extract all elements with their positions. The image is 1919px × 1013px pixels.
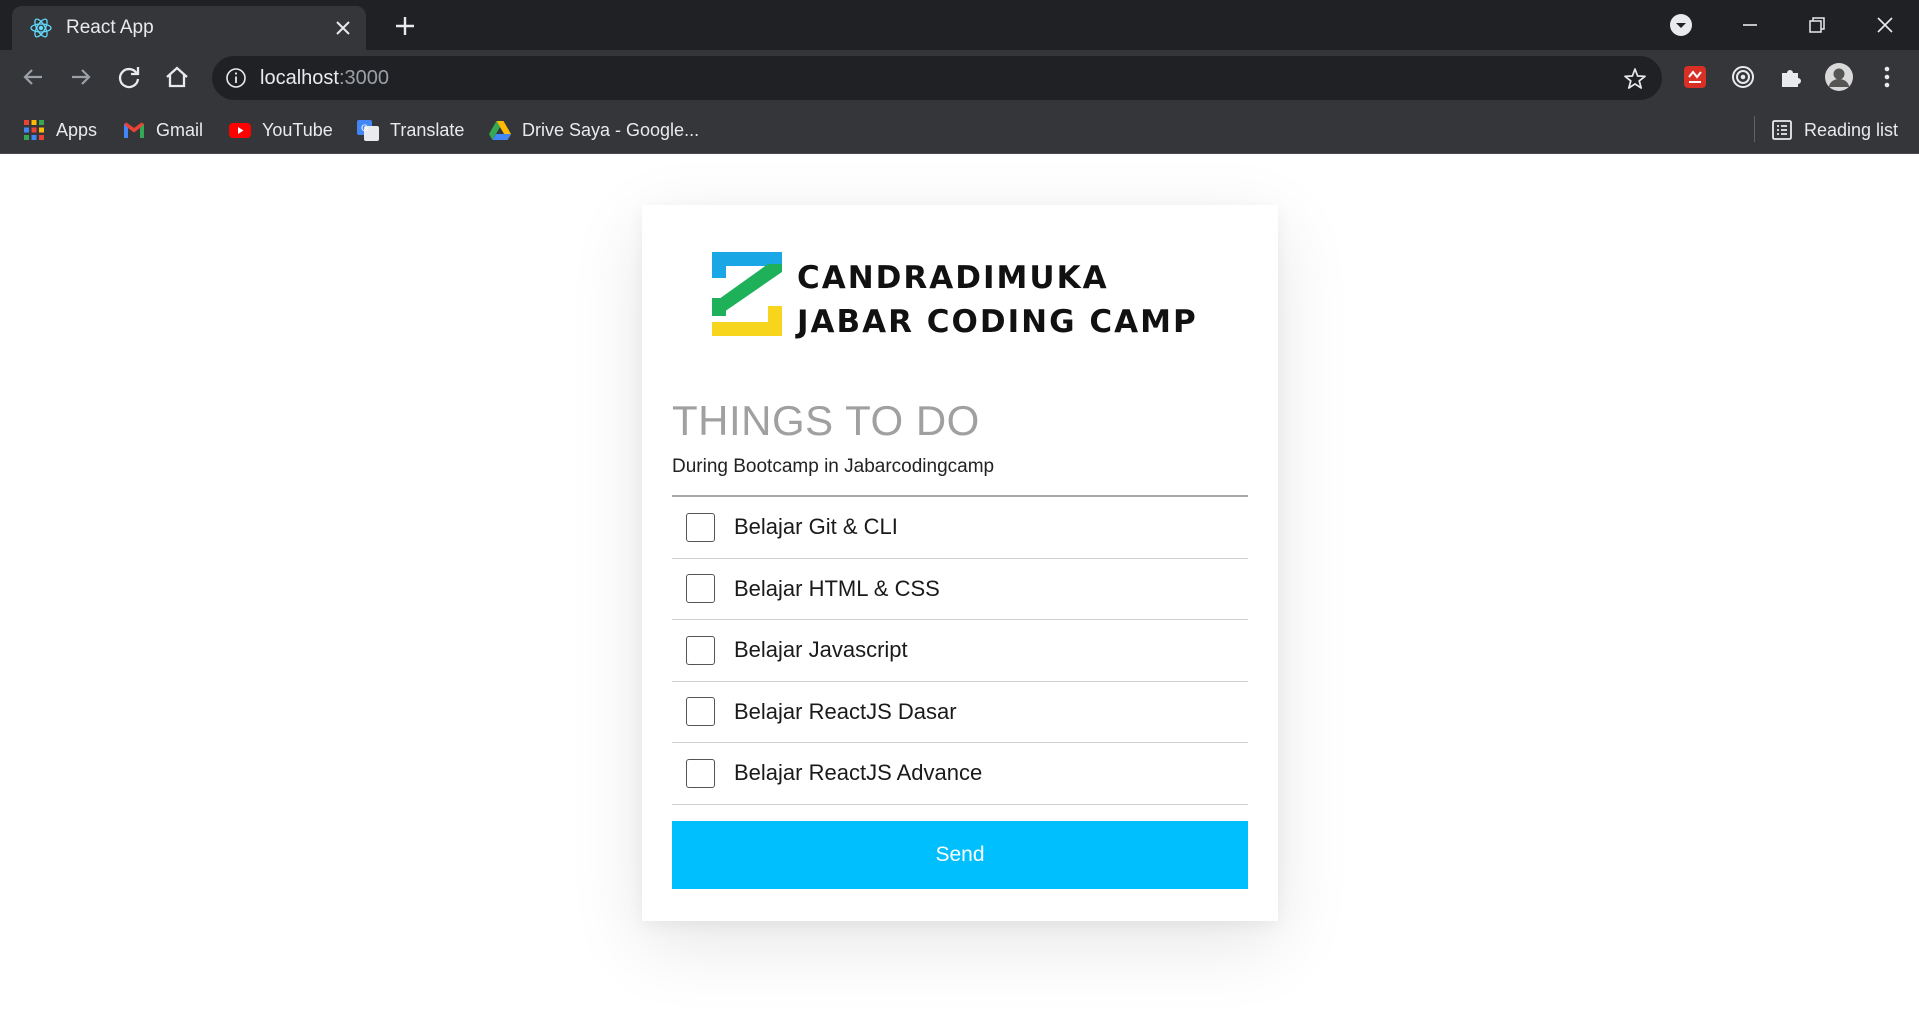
todo-checkbox[interactable] <box>686 574 715 604</box>
bookmark-label: Apps <box>56 119 98 140</box>
bookmark-label: YouTube <box>262 119 333 140</box>
svg-text:G: G <box>361 124 368 134</box>
bookmark-gmail[interactable]: Gmail <box>122 106 203 154</box>
bookmarks-divider <box>1754 116 1755 142</box>
tab-strip: React App <box>0 0 1919 50</box>
bookmark-youtube[interactable]: YouTube <box>228 106 333 154</box>
todo-label: Belajar Git & CLI <box>734 514 898 540</box>
address-text: localhost:3000 <box>260 67 389 90</box>
tab-title: React App <box>66 17 154 38</box>
gmail-icon <box>124 122 144 138</box>
logo-text-line1: CANDRADIMUKA <box>797 260 1109 296</box>
bookmark-apps[interactable]: Apps <box>22 106 97 154</box>
forward-icon[interactable] <box>66 62 96 92</box>
reading-list-icon <box>1772 120 1792 140</box>
apps-grid-icon <box>24 120 44 140</box>
todo-card: CANDRADIMUKA JABAR CODING CAMP THINGS TO… <box>642 205 1278 921</box>
todo-list: Belajar Git & CLI Belajar HTML & CSS Bel… <box>672 495 1248 805</box>
logo-mark-icon <box>712 252 782 336</box>
back-icon[interactable] <box>18 62 48 92</box>
new-tab-icon[interactable] <box>392 13 418 39</box>
todo-item[interactable]: Belajar HTML & CSS <box>672 559 1248 620</box>
address-bar[interactable]: localhost:3000 <box>212 56 1662 100</box>
todo-item[interactable]: Belajar ReactJS Dasar <box>672 682 1248 743</box>
site-info-icon[interactable] <box>224 66 248 90</box>
bookmark-drive[interactable]: Drive Saya - Google... <box>488 106 699 154</box>
bookmarks-bar: Apps Gmail YouTube G Translate Drive Say… <box>0 106 1919 154</box>
youtube-icon <box>229 123 251 138</box>
todo-item[interactable]: Belajar ReactJS Advance <box>672 743 1248 805</box>
todo-item[interactable]: Belajar Javascript <box>672 620 1248 682</box>
bookmark-label: Translate <box>390 119 465 140</box>
todo-label: Belajar Javascript <box>734 637 908 663</box>
tab-search-icon[interactable] <box>1666 10 1696 40</box>
todo-checkbox[interactable] <box>686 512 715 542</box>
bookmark-label: Gmail <box>156 119 204 140</box>
home-icon[interactable] <box>162 62 192 92</box>
bookmark-label: Drive Saya - Google... <box>522 119 700 140</box>
todo-checkbox[interactable] <box>686 758 715 788</box>
todo-label: Belajar HTML & CSS <box>734 575 940 601</box>
send-button[interactable]: Send <box>672 821 1248 889</box>
close-window-icon[interactable] <box>1870 10 1900 40</box>
todo-checkbox[interactable] <box>686 635 715 665</box>
minimize-icon[interactable] <box>1735 10 1765 40</box>
browser-toolbar: localhost:3000 <box>0 50 1919 106</box>
bookmark-star-icon[interactable] <box>1622 66 1648 92</box>
todo-label: Belajar ReactJS Advance <box>734 760 983 786</box>
google-drive-icon <box>489 121 511 140</box>
extension-target-icon[interactable] <box>1727 61 1759 93</box>
page-title: THINGS TO DO <box>672 397 980 444</box>
page-viewport: CANDRADIMUKA JABAR CODING CAMP THINGS TO… <box>0 155 1919 1013</box>
extensions-puzzle-icon[interactable] <box>1775 61 1807 93</box>
page-subtitle: During Bootcamp in Jabarcodingcamp <box>672 456 995 477</box>
close-tab-icon[interactable] <box>332 17 354 39</box>
reload-icon[interactable] <box>114 62 144 92</box>
address-host: localhost <box>260 67 339 89</box>
todo-checkbox[interactable] <box>686 697 715 727</box>
translate-icon: G <box>357 120 379 141</box>
browser-menu-icon[interactable] <box>1871 61 1903 93</box>
jabar-coding-camp-logo: CANDRADIMUKA JABAR CODING CAMP <box>710 250 1210 340</box>
address-port: :3000 <box>338 67 389 89</box>
bookmark-translate[interactable]: G Translate <box>356 106 464 154</box>
extension-red-icon[interactable] <box>1679 61 1711 93</box>
todo-item[interactable]: Belajar Git & CLI <box>672 497 1248 559</box>
reading-list-button[interactable]: Reading list <box>1770 106 1898 154</box>
logo-text-line2: JABAR CODING CAMP <box>797 304 1198 340</box>
react-icon <box>30 18 52 38</box>
restore-icon[interactable] <box>1802 10 1832 40</box>
profile-avatar[interactable] <box>1823 61 1855 93</box>
todo-label: Belajar ReactJS Dasar <box>734 698 957 724</box>
reading-list-label: Reading list <box>1804 119 1899 140</box>
browser-tab[interactable]: React App <box>12 6 366 50</box>
